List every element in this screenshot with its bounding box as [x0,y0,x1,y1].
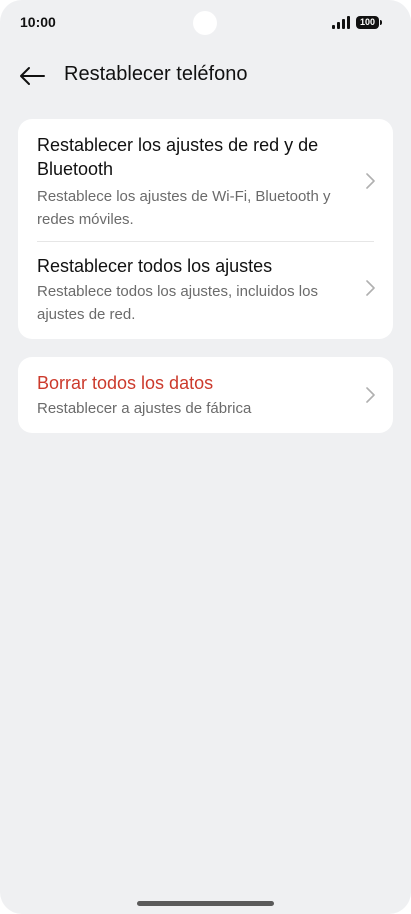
erase-data-card: Borrar todos los datos Restablecer a aju… [18,357,393,433]
item-subtitle: Restablecer a ajustes de fábrica [37,400,252,417]
chevron-right-icon [366,387,375,403]
back-button[interactable] [14,60,50,92]
reset-options-card: Restablecer los ajustes de red y de Blue… [18,119,393,339]
home-indicator[interactable] [137,901,274,906]
status-bar: 10:00 100 [0,0,411,46]
camera-cutout [193,11,217,35]
battery-level: 100 [359,17,376,27]
page-title: Restablecer teléfono [64,63,248,85]
screen: 10:00 100 Restablecer teléfono Restablec… [0,0,411,914]
signal-icon [332,16,350,29]
item-subtitle: Restablece los ajustes de Wi-Fi, Bluetoo… [37,188,331,228]
chevron-right-icon [366,280,375,296]
item-title: Restablecer todos los ajustes [37,256,273,276]
erase-all-data-item[interactable]: Borrar todos los datos Restablecer a aju… [18,357,393,433]
reset-all-settings-item[interactable]: Restablecer todos los ajustes Restablece… [18,242,393,339]
item-title: Borrar todos los datos [37,373,214,393]
item-subtitle: Restablece todos los ajustes, incluidos … [37,283,318,323]
chevron-right-icon [366,173,375,189]
status-time: 10:00 [20,14,56,30]
item-title: Restablecer los ajustes de red y de Blue… [37,135,319,179]
reset-network-bluetooth-item[interactable]: Restablecer los ajustes de red y de Blue… [18,119,393,241]
battery-icon: 100 [356,16,382,29]
back-arrow-icon [20,67,45,85]
